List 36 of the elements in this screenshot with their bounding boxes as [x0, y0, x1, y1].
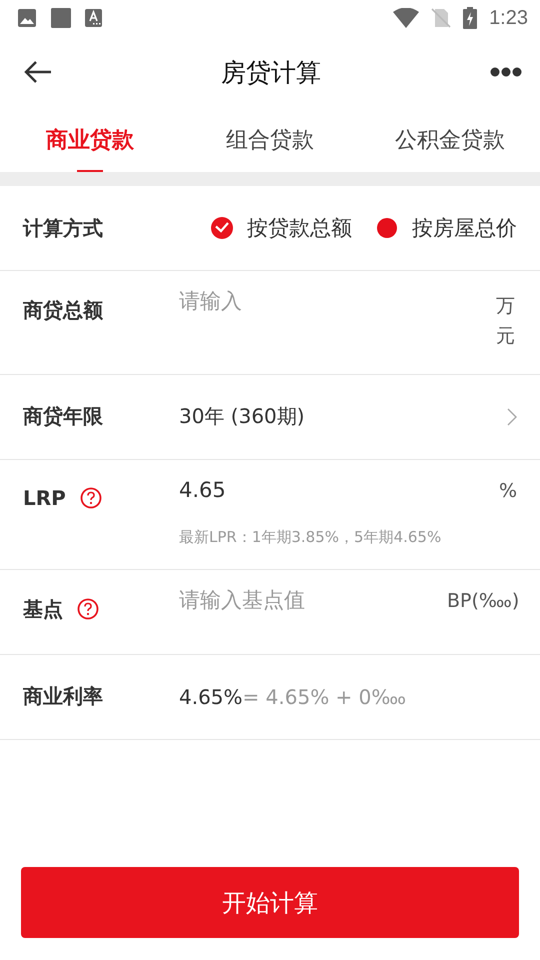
input-field[interactable]: 请输入: [179, 283, 496, 319]
status-time: 1:23: [489, 6, 528, 30]
rate-formula: = 4.65% + 0‱: [242, 684, 406, 709]
battery-icon: [463, 7, 478, 29]
tab-indicator: [77, 170, 103, 172]
field-label: LRP: [23, 486, 66, 510]
radio-option[interactable]: 按房屋总价: [376, 214, 517, 242]
loan-tab[interactable]: 商业贷款: [42, 119, 138, 161]
page-title: 房贷计算: [221, 56, 321, 88]
chevron-right-icon: [507, 408, 517, 426]
rate-value: 4.65%: [179, 684, 243, 709]
loan-tab[interactable]: 组合贷款: [222, 119, 318, 161]
loan-tab[interactable]: 公积金贷款: [391, 119, 509, 161]
hint-text: 最新LPR：1年期3.85%，5年期4.65%: [179, 528, 442, 547]
field-label: 计算方式: [23, 214, 103, 242]
input-field[interactable]: 请输入基点值: [179, 582, 447, 618]
radio-option[interactable]: 按贷款总额: [211, 214, 352, 242]
image-icon: [17, 8, 37, 28]
input-field[interactable]: 4.65: [179, 472, 499, 508]
back-arrow-icon: [24, 60, 52, 84]
unit-label: 万元: [496, 294, 516, 350]
wifi-icon: [393, 8, 420, 28]
term-select[interactable]: 30年 (360期): [179, 395, 517, 438]
field-label: 商贷总额: [23, 297, 103, 324]
no-sim-icon: [431, 8, 452, 28]
field-label: 基点: [23, 596, 63, 623]
text-icon: [85, 9, 102, 27]
more-icon: [490, 67, 522, 77]
help-icon[interactable]: [80, 486, 102, 509]
unit-label: BP(‱): [447, 588, 520, 612]
field-label: 商贷年限: [23, 403, 103, 430]
field-label: 商业利率: [23, 683, 103, 710]
unit-label: %: [498, 478, 517, 502]
square-icon: [51, 8, 71, 28]
help-icon[interactable]: [77, 598, 99, 620]
calculate-button[interactable]: 开始计算: [21, 867, 519, 938]
